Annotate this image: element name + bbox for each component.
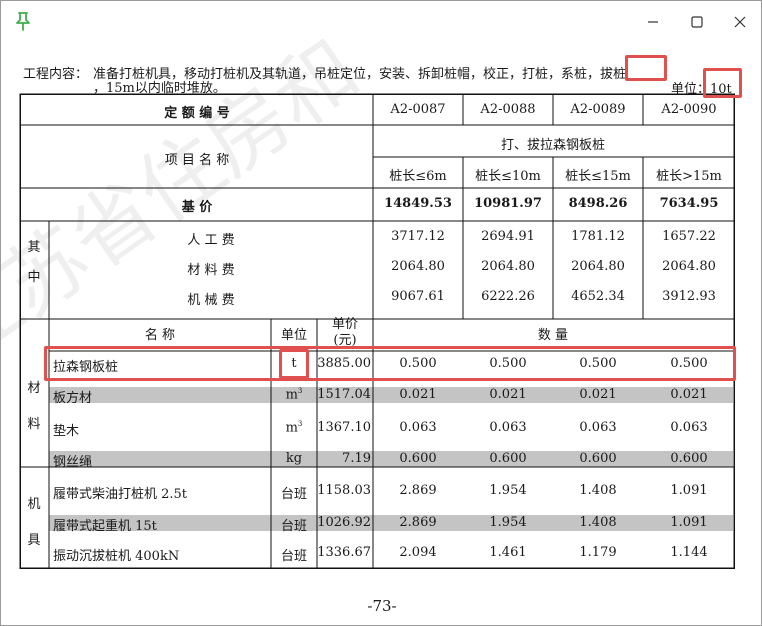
machine-name: 履带式柴油打桩机 2.5t [53, 487, 188, 502]
group-title: 打、拔拉森钢板桩 [500, 138, 606, 153]
machine-qty: 1.408 [579, 515, 617, 530]
cost-value: 2064.80 [391, 259, 445, 274]
machine-price: 1158.03 [317, 483, 371, 498]
machine-qty: 1.954 [489, 483, 527, 498]
unit-column-header: 单位 [280, 328, 308, 343]
machine-qty: 1.408 [579, 483, 617, 498]
machine-price: 1336.67 [317, 545, 371, 560]
machine-name: 振动沉拔桩机 400kN [53, 549, 180, 564]
cost-value: 2064.80 [481, 259, 535, 274]
machine-name: 履带式起重机 15t [53, 519, 157, 534]
machine-qty: 2.094 [399, 545, 437, 560]
machine-qty: 1.954 [489, 515, 527, 530]
cost-value: 1657.22 [662, 229, 716, 244]
cost-value: 2064.80 [571, 259, 625, 274]
machine-unit: 台班 [280, 487, 308, 502]
material-name: 垫木 [53, 424, 80, 439]
title-bar [1, 1, 761, 41]
document-page: 江苏省住房和 工程内容： 准备打桩机具，移动打桩机及其轨道，吊桩定位，安装、拆卸… [1, 22, 761, 625]
material-qty: 0.500 [399, 356, 437, 371]
minimize-icon[interactable] [642, 11, 664, 33]
code-cell: A2-0087 [390, 102, 446, 117]
code-cell: A2-0089 [570, 102, 626, 117]
cost-value: 9067.61 [391, 289, 445, 304]
quota-table-grid [19, 93, 735, 569]
quota-number-label: 定 额 编 号 [164, 106, 230, 121]
cost-value: 4652.34 [571, 289, 625, 304]
materials-label: 材料 [27, 381, 41, 432]
material-qty: 0.500 [670, 356, 708, 371]
material-qty: 0.021 [579, 387, 617, 402]
sub-header: 桩长>15m [656, 169, 722, 184]
base-price-value: 14849.53 [384, 196, 452, 211]
machine-qty: 2.869 [399, 483, 437, 498]
material-qty: 0.500 [579, 356, 617, 371]
cost-value: 2694.91 [481, 229, 535, 244]
name-column-header: 名 称 [144, 328, 176, 343]
machines-label: 机具 [27, 497, 41, 548]
cost-value: 3717.12 [391, 229, 445, 244]
cost-value: 6222.26 [481, 289, 535, 304]
price-column-header: 单价 (元) [331, 317, 359, 348]
sub-header: 桩长≤15m [565, 169, 631, 184]
code-cell: A2-0088 [480, 102, 536, 117]
close-icon[interactable] [729, 11, 751, 33]
machine-qty: 2.869 [399, 515, 437, 530]
among-label: 其中 [27, 240, 41, 285]
material-qty: 0.021 [489, 387, 527, 402]
cost-value: 3912.93 [662, 289, 716, 304]
sub-header: 桩长≤6m [389, 169, 447, 184]
code-cell: A2-0090 [661, 102, 717, 117]
material-qty: 0.600 [399, 451, 437, 466]
material-price: 1517.04 [317, 387, 371, 402]
material-unit: m3 [285, 420, 303, 436]
material-qty: 0.063 [670, 420, 708, 435]
material-qty: 0.600 [670, 451, 708, 466]
material-price: 3885.00 [317, 356, 371, 371]
material-unit: kg [285, 451, 303, 466]
machine-qty: 1.091 [670, 515, 708, 530]
machine-qty: 1.179 [579, 545, 617, 560]
pin-icon[interactable] [13, 11, 33, 31]
material-name: 钢丝绳 [53, 455, 93, 470]
material-qty: 0.021 [670, 387, 708, 402]
machine-qty: 1.461 [489, 545, 527, 560]
document-viewer-window: 江苏省住房和 工程内容： 准备打桩机具，移动打桩机及其轨道，吊桩定位，安装、拆卸… [0, 0, 762, 626]
material-price: 7.19 [342, 451, 371, 466]
cost-label: 人 工 费 [187, 233, 235, 248]
material-name: 板方材 [53, 391, 93, 406]
base-price-label: 基 价 [181, 200, 213, 215]
material-price: 1367.10 [317, 420, 371, 435]
machine-price: 1026.92 [317, 515, 371, 530]
item-name-label: 项 目 名 称 [164, 153, 230, 168]
material-qty: 0.600 [489, 451, 527, 466]
material-qty: 0.063 [489, 420, 527, 435]
maximize-icon[interactable] [686, 11, 708, 33]
base-price-value: 10981.97 [474, 196, 542, 211]
material-qty: 0.600 [579, 451, 617, 466]
machine-qty: 1.091 [670, 483, 708, 498]
cost-value: 1781.12 [571, 229, 625, 244]
base-price-value: 8498.26 [568, 196, 628, 211]
machine-qty: 1.144 [670, 545, 708, 560]
material-unit: m3 [285, 387, 303, 403]
cost-value: 2064.80 [662, 259, 716, 274]
cost-label: 材 料 费 [187, 263, 235, 278]
material-qty: 0.500 [489, 356, 527, 371]
material-name: 拉森钢板桩 [53, 360, 119, 375]
material-qty: 0.021 [399, 387, 437, 402]
sub-header: 桩长≤10m [475, 169, 541, 184]
quantity-column-header: 数 量 [537, 328, 569, 343]
material-qty: 0.063 [579, 420, 617, 435]
base-price-value: 7634.95 [659, 196, 719, 211]
page-number: -73- [367, 597, 397, 615]
cost-label: 机 械 费 [187, 293, 235, 308]
machine-unit: 台班 [280, 549, 308, 564]
material-unit: t [291, 356, 297, 371]
machine-unit: 台班 [280, 519, 308, 534]
material-qty: 0.063 [399, 420, 437, 435]
